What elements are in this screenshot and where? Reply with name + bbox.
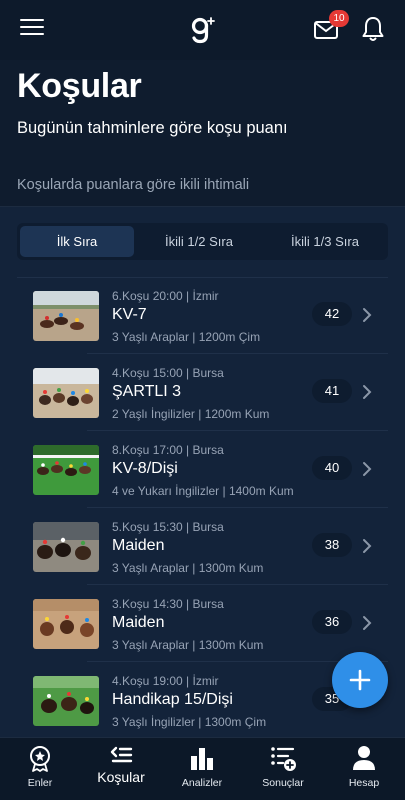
race-row[interactable]: 5.Koşu 15:30 | Bursa Maiden 3 Yaşlı Arap… (0, 509, 405, 585)
race-thumbnail-image (33, 599, 99, 649)
race-meta: 5.Koşu 15:30 | Bursa (112, 520, 224, 534)
race-list-icon (110, 746, 133, 763)
race-name: KV-8/Dişi (112, 460, 178, 477)
nav-label: Analizler (181, 777, 223, 789)
nav-label: Enler (27, 777, 53, 789)
segmented-tabs: İlk Sıra İkili 1/2 Sıra İkili 1/3 Sıra (17, 223, 388, 260)
chevron-right-icon (363, 308, 372, 322)
race-detail: 3 Yaşlı İngilizler | 1300m Çim (112, 715, 267, 729)
top-app-bar: 10 (0, 0, 405, 60)
race-meta: 6.Koşu 20:00 | İzmir (112, 289, 219, 303)
divider (87, 507, 388, 508)
race-meta: 8.Koşu 17:00 | Bursa (112, 443, 224, 457)
tab-ikili-1-2-sira[interactable]: İkili 1/2 Sıra (139, 226, 259, 257)
results-list-icon (271, 747, 296, 771)
race-detail: 3 Yaşlı Araplar | 1300m Kum (112, 561, 264, 575)
medal-icon (30, 746, 50, 772)
menu-icon[interactable] (20, 19, 44, 39)
tab-ilk-sira[interactable]: İlk Sıra (20, 226, 134, 257)
race-thumbnail-image (33, 368, 99, 418)
race-score-badge: 42 (312, 302, 352, 326)
nav-label: Hesap (348, 777, 380, 789)
chevron-right-icon (363, 462, 372, 476)
race-name: Maiden (112, 614, 165, 631)
add-button[interactable] (332, 652, 388, 708)
race-detail: 4 ve Yukarı İngilizler | 1400m Kum (112, 484, 294, 498)
divider (87, 584, 388, 585)
divider (87, 353, 388, 354)
notification-badge: 10 (329, 10, 349, 27)
race-score-badge: 38 (312, 533, 352, 557)
race-thumbnail-image (33, 522, 99, 572)
chevron-right-icon (363, 539, 372, 553)
race-score-badge: 41 (312, 379, 352, 403)
race-row[interactable]: 6.Koşu 20:00 | İzmir KV-7 3 Yaşlı Arapla… (0, 278, 405, 354)
race-thumbnail-image (33, 445, 99, 495)
nav-item-kosular[interactable]: Koşular (80, 738, 162, 800)
nav-item-enler[interactable]: Enler (0, 738, 80, 800)
race-meta: 4.Koşu 15:00 | Bursa (112, 366, 224, 380)
race-row[interactable]: 4.Koşu 15:00 | Bursa ŞARTLI 3 2 Yaşlı İn… (0, 355, 405, 431)
person-icon (353, 746, 375, 770)
bell-icon[interactable] (360, 15, 386, 43)
tab-ikili-1-3-sira[interactable]: İkili 1/3 Sıra (265, 226, 385, 257)
race-score-badge: 40 (312, 456, 352, 480)
section-label: Koşularda puanlara göre ikili ihtimali (17, 177, 250, 193)
bottom-navigation: Enler Koşular Analizler Sonuçlar Hesap (0, 737, 405, 800)
nav-item-analizler[interactable]: Analizler (162, 738, 242, 800)
chevron-right-icon (363, 616, 372, 630)
page-subtitle: Bugünün tahminlere göre koşu puanı (17, 119, 288, 137)
race-name: Maiden (112, 537, 165, 554)
race-row[interactable]: 8.Koşu 17:00 | Bursa KV-8/Dişi 4 ve Yuka… (0, 432, 405, 508)
race-detail: 3 Yaşlı Araplar | 1300m Kum (112, 638, 264, 652)
race-score-badge: 36 (312, 610, 352, 634)
divider (87, 430, 388, 431)
nav-item-hesap[interactable]: Hesap (324, 738, 405, 800)
race-name: ŞARTLI 3 (112, 383, 182, 400)
race-row[interactable]: 3.Koşu 14:30 | Bursa Maiden 3 Yaşlı Arap… (0, 586, 405, 662)
page-title: Koşular (17, 67, 142, 105)
race-meta: 3.Koşu 14:30 | Bursa (112, 597, 224, 611)
race-detail: 2 Yaşlı İngilizler | 1200m Kum (112, 407, 270, 421)
bar-chart-icon (191, 748, 213, 770)
nav-label: Koşular (97, 769, 145, 785)
race-thumbnail-image (33, 676, 99, 726)
race-name: Handikap 15/Dişi (112, 691, 233, 708)
nav-label: Sonuçlar (262, 777, 304, 789)
race-name: KV-7 (112, 306, 147, 323)
nav-item-sonuclar[interactable]: Sonuçlar (242, 738, 324, 800)
race-meta: 4.Koşu 19:00 | İzmir (112, 674, 219, 688)
plus-icon (349, 669, 371, 691)
race-thumbnail-image (33, 291, 99, 341)
logo-icon[interactable] (190, 16, 216, 44)
race-detail: 3 Yaşlı Araplar | 1200m Çim (112, 330, 261, 344)
chevron-right-icon (363, 385, 372, 399)
